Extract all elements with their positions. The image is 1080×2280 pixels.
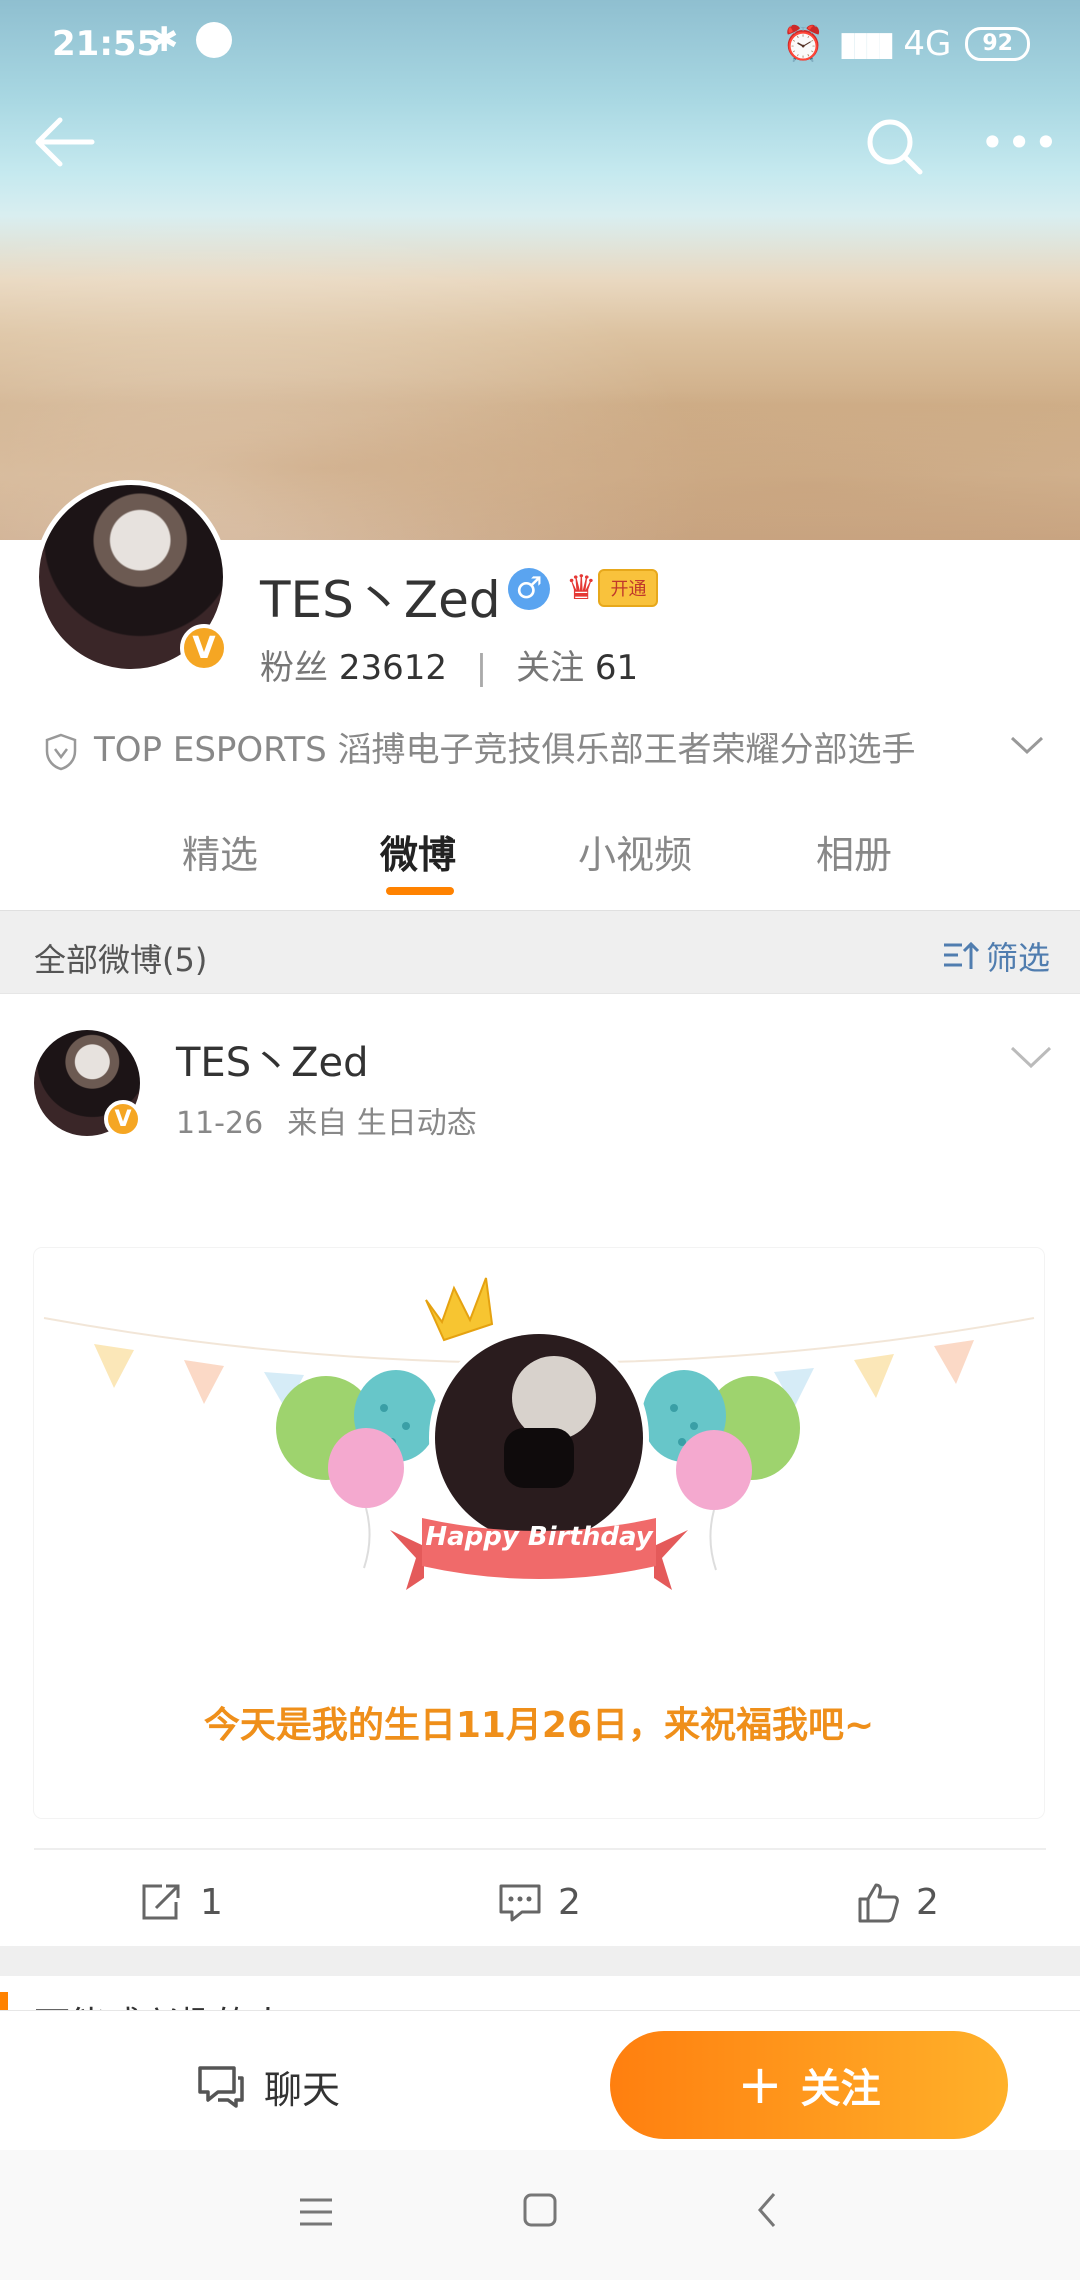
more-options-icon[interactable]: ••• xyxy=(980,118,1058,168)
chat-label: 聊天 xyxy=(264,2068,341,2112)
chat-button[interactable]: 聊天 xyxy=(196,2059,340,2114)
repost-count: 1 xyxy=(200,1881,223,1923)
happy-birthday-banner: Happy Birthday xyxy=(425,1522,653,1552)
profile-stats: 粉丝 23612 | 关注 61 xyxy=(260,640,638,689)
home-icon[interactable] xyxy=(520,2190,560,2230)
sync-icon xyxy=(196,22,232,58)
description-text: TOP ESPORTS 滔搏电子竞技俱乐部王者荣耀分部选手 xyxy=(94,730,916,770)
comment-count: 2 xyxy=(558,1881,581,1923)
like-button[interactable]: 2 xyxy=(856,1872,939,1932)
tab-featured[interactable]: 精选 xyxy=(182,824,258,879)
plus-icon: + xyxy=(737,2053,783,2116)
birthday-card-text: 今天是我的生日11月26日，来祝福我吧~ xyxy=(203,1705,875,1746)
chat-icon xyxy=(198,2065,244,2108)
section-gap xyxy=(0,1946,1080,1976)
verified-badge-icon: V xyxy=(180,624,228,672)
fans-link[interactable]: 粉丝 23612 xyxy=(260,648,458,688)
post-date: 11-26 xyxy=(176,1106,264,1141)
post-menu-chevron-icon[interactable] xyxy=(1006,1038,1056,1078)
chevron-down-icon[interactable] xyxy=(1004,722,1050,768)
post-divider xyxy=(34,1848,1046,1850)
vip-badge[interactable]: ♛ 开通 xyxy=(566,568,659,608)
filter-label: 筛选 xyxy=(985,939,1050,977)
post-source: 来自 生日动态 xyxy=(287,1106,477,1141)
comment-button[interactable]: 2 xyxy=(498,1872,581,1932)
thumbs-up-icon xyxy=(858,1883,899,1923)
tab-weibo[interactable]: 微博 xyxy=(380,824,456,879)
profile-tabs: 精选 微博 小视频 相册 xyxy=(0,810,1080,910)
profile-name: TES丶Zed xyxy=(260,571,501,629)
birthday-illustration xyxy=(43,1277,1035,1590)
network-label: 4G xyxy=(903,24,952,64)
post-author-name[interactable]: TES丶Zed xyxy=(176,1030,369,1088)
status-bar: 21:55 ✱ ⏰ ▮▮▮▮ 4G 92 xyxy=(0,0,1080,90)
following-link[interactable]: 关注 61 xyxy=(516,648,638,688)
birthday-card[interactable]: Happy Birthday 今天是我的生日11月26日，来祝福我吧~ xyxy=(34,1248,1044,1818)
repost-button[interactable]: 1 xyxy=(140,1872,223,1932)
repost-icon xyxy=(142,1884,180,1920)
bluetooth-icon: ✱ xyxy=(150,20,179,60)
stats-divider: | xyxy=(475,648,488,688)
menu-icon[interactable] xyxy=(296,2194,336,2230)
tab-short-video[interactable]: 小视频 xyxy=(578,824,692,879)
tab-album[interactable]: 相册 xyxy=(816,824,892,879)
vip-open-label: 开通 xyxy=(598,569,659,607)
fans-count: 23612 xyxy=(338,648,447,688)
post-verified-badge-icon: V xyxy=(104,1100,142,1138)
battery-indicator: 92 xyxy=(965,27,1030,61)
bottom-action-bar: 聊天 + 关注 xyxy=(0,2010,1080,2151)
shield-icon xyxy=(45,733,77,770)
signal-icon: ▮▮▮▮ xyxy=(838,24,896,64)
filter-icon xyxy=(943,941,980,969)
following-label: 关注 xyxy=(516,648,585,688)
section-title: 全部微博(5) xyxy=(34,941,208,979)
follow-button[interactable]: + 关注 xyxy=(610,2031,1008,2139)
system-navigation-bar xyxy=(0,2150,1080,2280)
search-icon[interactable] xyxy=(860,112,930,182)
status-time: 21:55 xyxy=(52,24,161,64)
fans-label: 粉丝 xyxy=(260,648,328,688)
active-tab-indicator xyxy=(386,887,454,895)
profile-description[interactable]: TOP ESPORTS 滔搏电子竞技俱乐部王者荣耀分部选手 xyxy=(44,722,1044,771)
male-gender-icon: ♂ xyxy=(508,568,550,610)
back-arrow-icon[interactable] xyxy=(30,112,100,172)
following-count: 61 xyxy=(594,648,639,688)
section-bar: 全部微博(5) 筛选 xyxy=(0,910,1080,994)
comment-icon xyxy=(499,1884,541,1922)
post-meta: 11-26 来自 生日动态 xyxy=(176,1098,477,1142)
status-right: ⏰ ▮▮▮▮ 4G 92 xyxy=(782,24,1030,64)
like-count: 2 xyxy=(916,1881,939,1923)
crown-icon: ♛ xyxy=(566,568,597,608)
back-icon[interactable] xyxy=(752,2190,784,2230)
follow-label: 关注 xyxy=(800,2066,881,2112)
alarm-icon: ⏰ xyxy=(782,24,825,64)
filter-button[interactable]: 筛选 xyxy=(942,933,1050,979)
